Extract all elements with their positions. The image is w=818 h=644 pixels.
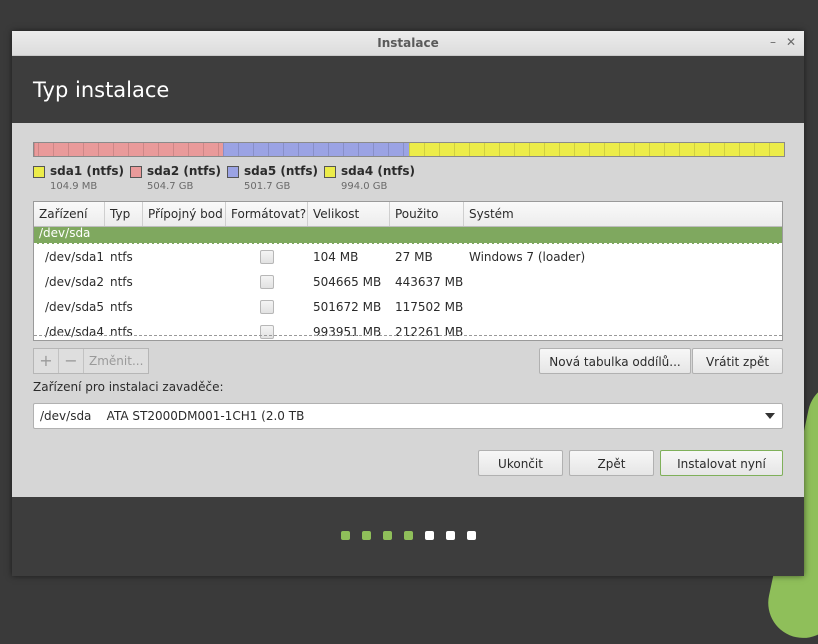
table-row[interactable]: /dev/sda2 ntfs 504665 MB 443637 MB <box>34 270 782 295</box>
step-dot-completed <box>361 531 371 540</box>
add-partition-button[interactable]: + <box>34 349 59 373</box>
table-row[interactable]: /dev/sda1 ntfs 104 MB 27 MB Windows 7 (l… <box>34 245 782 270</box>
revert-button[interactable]: Vrátit zpět <box>692 348 783 374</box>
cell-used: 27 MB <box>395 250 433 264</box>
cell-size: 501672 MB <box>313 300 382 314</box>
column-header-mount[interactable]: Přípojný bod <box>143 202 226 226</box>
new-partition-table-button[interactable]: Nová tabulka oddílů... <box>539 348 691 374</box>
cell-device: /dev/sda5 <box>45 300 105 314</box>
cell-device: /dev/sda2 <box>45 275 105 289</box>
cell-type: ntfs <box>110 325 133 339</box>
step-dot-pending <box>445 531 455 540</box>
table-row[interactable]: /dev/sda5 ntfs 501672 MB 117502 MB <box>34 295 782 320</box>
step-progress <box>12 531 804 540</box>
cell-size: 504665 MB <box>313 275 382 289</box>
table-divider <box>34 335 782 336</box>
bootloader-device-select[interactable]: /dev/sda ATA ST2000DM001-1CH1 (2.0 TB <box>33 403 783 429</box>
column-header-system[interactable]: Systém <box>464 202 782 226</box>
partition-segment-sda5 <box>223 143 409 156</box>
format-checkbox[interactable] <box>260 275 274 289</box>
step-dot-completed <box>340 531 350 540</box>
step-dot-completed <box>382 531 392 540</box>
installer-window: Instalace – ✕ Typ instalace sda1 (ntfs) … <box>12 31 804 576</box>
column-header-size[interactable]: Velikost <box>308 202 390 226</box>
legend-swatch-sda4 <box>324 166 336 178</box>
page-title: Typ instalace <box>33 78 170 102</box>
format-checkbox[interactable] <box>260 325 274 339</box>
partition-segment-sda2 <box>37 143 223 156</box>
legend-size-sda2: 504.7 GB <box>147 181 194 192</box>
window-title: Instalace <box>377 36 439 50</box>
step-dot-pending <box>424 531 434 540</box>
partition-segment-sda4 <box>409 143 784 156</box>
cell-device: /dev/sda4 <box>45 325 105 339</box>
bootloader-device-label: Zařízení pro instalaci zavaděče: <box>33 380 224 394</box>
step-dot-completed <box>403 531 413 540</box>
legend-label-sda4: sda4 (ntfs) <box>341 164 415 178</box>
cell-type: ntfs <box>110 250 133 264</box>
main-content: sda1 (ntfs) 104.9 MB sda2 (ntfs) 504.7 G… <box>12 123 804 497</box>
cell-used: 443637 MB <box>395 275 464 289</box>
cell-used: 117502 MB <box>395 300 464 314</box>
back-button[interactable]: Zpět <box>569 450 654 476</box>
cell-size: 993951 MB <box>313 325 382 339</box>
cell-device: /dev/sda1 <box>45 250 105 264</box>
table-row[interactable]: /dev/sda4 ntfs 993951 MB 212261 MB <box>34 320 782 345</box>
format-checkbox[interactable] <box>260 250 274 264</box>
quit-button[interactable]: Ukončit <box>478 450 563 476</box>
cell-used: 212261 MB <box>395 325 464 339</box>
legend-swatch-sda5 <box>227 166 239 178</box>
legend-size-sda5: 501.7 GB <box>244 181 291 192</box>
legend-swatch-sda1 <box>33 166 45 178</box>
title-bar[interactable]: Instalace – ✕ <box>12 31 804 56</box>
partition-toolbar: + − Změnit... <box>33 348 150 374</box>
cell-type: ntfs <box>110 300 133 314</box>
legend-size-sda1: 104.9 MB <box>50 181 98 192</box>
partition-table[interactable]: Zařízení Typ Přípojný bod Formátovat? Ve… <box>33 201 783 341</box>
legend-label-sda1: sda1 (ntfs) <box>50 164 124 178</box>
column-header-type[interactable]: Typ <box>105 202 143 226</box>
remove-partition-button[interactable]: − <box>59 349 84 373</box>
page-header: Typ instalace <box>12 56 804 123</box>
bootloader-device-value: /dev/sda ATA ST2000DM001-1CH1 (2.0 TB <box>40 409 305 423</box>
partition-bar <box>33 142 785 157</box>
install-now-button[interactable]: Instalovat nyní <box>660 450 783 476</box>
column-header-used[interactable]: Použito <box>390 202 464 226</box>
cell-type: ntfs <box>110 275 133 289</box>
footer <box>12 497 804 576</box>
format-checkbox[interactable] <box>260 300 274 314</box>
close-icon[interactable]: ✕ <box>784 35 798 49</box>
cell-system: Windows 7 (loader) <box>469 250 586 264</box>
legend-label-sda5: sda5 (ntfs) <box>244 164 318 178</box>
selected-device: /dev/sda <box>39 226 91 240</box>
dropdown-arrow-icon <box>765 413 775 419</box>
table-row-selected[interactable]: /dev/sda <box>34 227 782 244</box>
column-header-format[interactable]: Formátovat? <box>226 202 308 226</box>
table-header: Zařízení Typ Přípojný bod Formátovat? Ve… <box>34 202 782 227</box>
legend-swatch-sda2 <box>130 166 142 178</box>
minimize-icon[interactable]: – <box>766 35 780 49</box>
cell-size: 104 MB <box>313 250 359 264</box>
legend-label-sda2: sda2 (ntfs) <box>147 164 221 178</box>
change-partition-button[interactable]: Změnit... <box>84 349 148 373</box>
legend-size-sda4: 994.0 GB <box>341 181 388 192</box>
column-header-device[interactable]: Zařízení <box>34 202 105 226</box>
step-dot-pending <box>466 531 476 540</box>
